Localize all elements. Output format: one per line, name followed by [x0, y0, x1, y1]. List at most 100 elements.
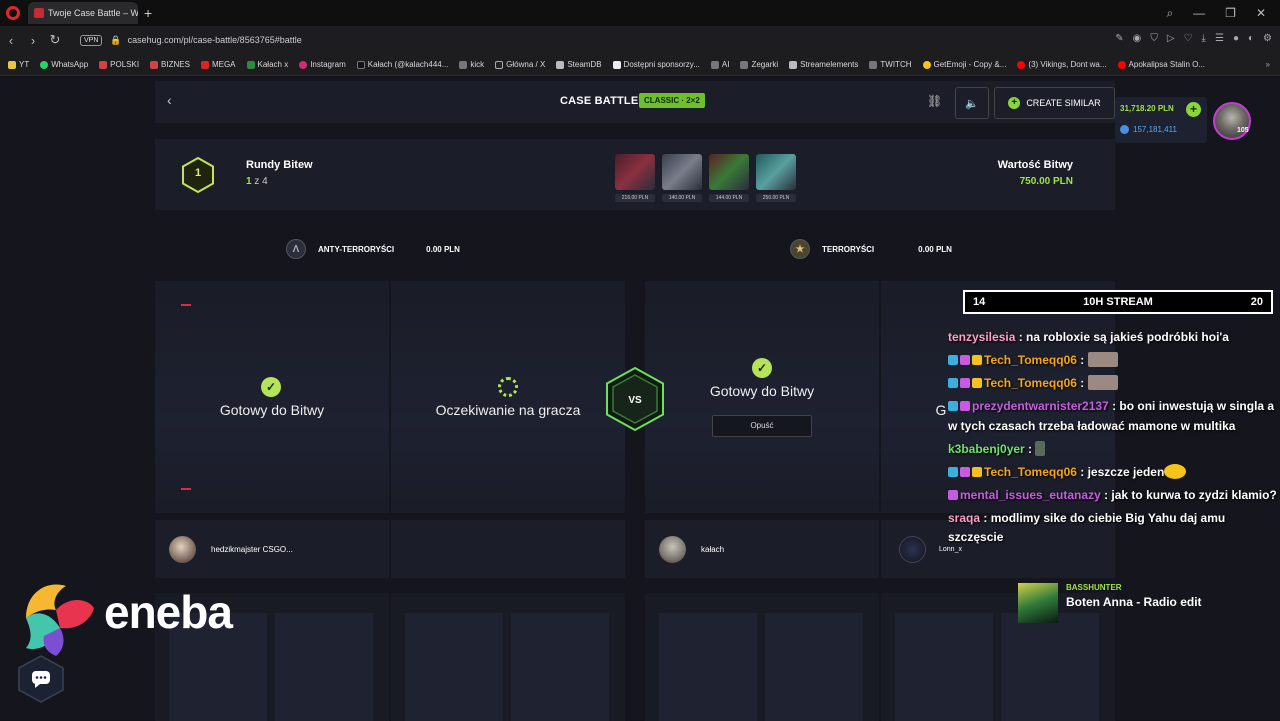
sound-toggle-button[interactable]: 🔈	[955, 87, 989, 119]
camera-icon[interactable]: ◉	[1133, 33, 1142, 44]
extension-icon[interactable]: ◐	[1248, 33, 1254, 44]
chat-message: Tech_Tomeqq06 : jeszcze jeden	[948, 463, 1280, 483]
item-placeholder	[765, 613, 863, 721]
slot-status: Gotowy do Bitwy	[709, 383, 815, 399]
case-price: 250.00 PLN	[756, 194, 796, 202]
bookmark-item[interactable]: BIZNES	[150, 60, 190, 69]
vs-badge: VS	[606, 366, 664, 432]
url-field[interactable]: casehug.com/pl/case-battle/8563765#battl…	[128, 35, 302, 45]
address-bar: ‹ › ↻ VPN 🔒 casehug.com/pl/case-battle/8…	[0, 26, 1280, 54]
bookmark-item[interactable]: Dostępni sponsorzy...	[612, 60, 700, 69]
bookmark-item[interactable]: Kałach (@kalach444...	[356, 60, 448, 69]
plus-icon: +	[1008, 97, 1021, 109]
bookmark-item[interactable]: TWITCH	[869, 60, 912, 69]
heart-icon[interactable]: ♡	[1184, 33, 1193, 44]
search-icon[interactable]: ⌕	[1166, 6, 1173, 21]
play-icon[interactable]: ▷	[1167, 33, 1175, 44]
case-price: 144.00 PLN	[709, 194, 749, 202]
user-avatar[interactable]	[1213, 102, 1251, 140]
t-team-amount: 0.00 PLN	[918, 244, 952, 254]
browser-tab[interactable]: Twoje Case Battle – Wygr ×	[28, 2, 138, 24]
case-item[interactable]: 216.00 PLN	[615, 154, 655, 202]
more-bookmarks-icon[interactable]: »	[1266, 60, 1280, 69]
bookmark-item[interactable]: kick	[459, 60, 484, 69]
bookmark-item[interactable]: Kałach x	[246, 60, 288, 69]
wallet-panel: 31,718.20 PLN + 157,181,411	[1115, 97, 1207, 143]
emote-icon	[1035, 440, 1046, 456]
case-image	[709, 154, 749, 190]
stream-chat: tenzysilesia : na robloxie są jakieś pod…	[948, 328, 1280, 551]
new-tab-icon[interactable]: +	[144, 5, 152, 21]
case-item[interactable]: 144.00 PLN	[709, 154, 749, 202]
t-team-icon: ★	[790, 239, 810, 259]
eneba-wordmark: eneba	[104, 586, 233, 638]
slot-status: Gotowy do Bitwy	[219, 402, 325, 418]
slot-status: Oczekiwanie na gracza	[435, 402, 581, 418]
bookmark-item[interactable]: WhatsApp	[40, 60, 88, 69]
speaker-icon: 🔈	[965, 97, 979, 110]
create-similar-button[interactable]: + CREATE SIMILAR	[994, 87, 1115, 119]
chat-message: k3babenj0yer :	[948, 440, 1280, 460]
now-playing-widget: BASSHUNTER Boten Anna - Radio edit	[1018, 583, 1202, 623]
item-placeholder	[511, 613, 609, 721]
bookmark-item[interactable]: Zegarki	[740, 60, 778, 69]
bookmark-item[interactable]: GetEmoji - Copy &...	[922, 60, 1006, 69]
case-item[interactable]: 140.00 PLN	[662, 154, 702, 202]
battle-value-amount: 750.00 PLN	[1019, 176, 1073, 187]
leave-button[interactable]: Opuść	[712, 415, 812, 437]
forward-icon[interactable]: ›	[22, 33, 44, 48]
bookmark-item[interactable]: YT	[8, 60, 29, 69]
back-arrow-icon[interactable]: ‹	[167, 92, 172, 108]
minimize-icon[interactable]: —	[1193, 6, 1205, 20]
bookmark-item[interactable]: POLSKI	[99, 60, 139, 69]
vpn-badge[interactable]: VPN	[80, 34, 103, 46]
shield-icon[interactable]: ⛉	[1150, 33, 1158, 44]
bookmark-item[interactable]: Streamelements	[789, 60, 858, 69]
link-icon[interactable]: ⛓	[927, 94, 942, 108]
emote-icon	[1087, 352, 1118, 367]
np-track: Boten Anna - Radio edit	[1066, 595, 1202, 609]
maximize-icon[interactable]: ❐	[1225, 6, 1236, 20]
user-level: 105	[1237, 127, 1249, 134]
settings-icon[interactable]: ⚙	[1263, 33, 1272, 44]
edit-icon[interactable]: ✎	[1115, 33, 1123, 44]
vs-label: VS	[628, 395, 642, 406]
opera-logo-icon[interactable]	[6, 6, 20, 20]
back-icon[interactable]: ‹	[0, 33, 22, 48]
menu-icon[interactable]: ☰	[1215, 33, 1224, 44]
reload-icon[interactable]: ↻	[44, 32, 66, 48]
avatar	[659, 535, 686, 563]
coins-value: 157,181,411	[1133, 125, 1177, 134]
stream-progress-bar: 14 10H STREAM 20	[963, 290, 1273, 314]
rounds-title: Rundy Bitew	[246, 159, 313, 171]
emote-icon	[1087, 375, 1118, 390]
bookmark-item[interactable]: Główna / X	[495, 60, 545, 69]
add-balance-button[interactable]: +	[1186, 102, 1201, 117]
team-t: ★ TERRORYŚCI 0.00 PLN	[790, 239, 952, 259]
bookmark-item[interactable]: SteamDB	[556, 60, 602, 69]
cases-list: 216.00 PLN 140.00 PLN 144.00 PLN 250.00 …	[615, 154, 796, 202]
lock-icon[interactable]: 🔒	[110, 35, 121, 46]
ct-team-icon: Λ	[286, 239, 306, 259]
item-placeholder	[1001, 613, 1099, 721]
bookmark-item[interactable]: (3) Vikings, Dont wa...	[1017, 60, 1107, 69]
case-price: 140.00 PLN	[662, 194, 702, 202]
player-card-3[interactable]: kałach	[645, 520, 879, 578]
close-window-icon[interactable]: ✕	[1256, 6, 1266, 20]
slot-marker	[181, 304, 191, 306]
battle-slot-2: Oczekiwanie na gracza	[391, 281, 625, 513]
chat-support-button[interactable]	[17, 655, 65, 703]
player-card-1[interactable]: hedzikmajster CSGO...	[155, 520, 389, 578]
bookmark-item[interactable]: Apokalipsa Stalin O...	[1117, 60, 1205, 69]
bookmark-item[interactable]: Instagram	[299, 60, 346, 69]
bookmark-item[interactable]: AI	[710, 60, 729, 69]
profile-icon[interactable]: ●	[1233, 33, 1239, 44]
chat-message: sraqa : modlimy sike do ciebie Big Yahu …	[948, 510, 1226, 545]
case-item[interactable]: 250.00 PLN	[756, 154, 796, 202]
bookmark-item[interactable]: MEGA	[200, 60, 236, 69]
download-icon[interactable]: ⤓	[1202, 33, 1206, 44]
item-placeholder	[895, 613, 993, 721]
player-name: hedzikmajster CSGO...	[211, 544, 293, 554]
balance-value: 31,718.20 PLN	[1120, 104, 1174, 113]
np-artist: BASSHUNTER	[1066, 583, 1122, 592]
